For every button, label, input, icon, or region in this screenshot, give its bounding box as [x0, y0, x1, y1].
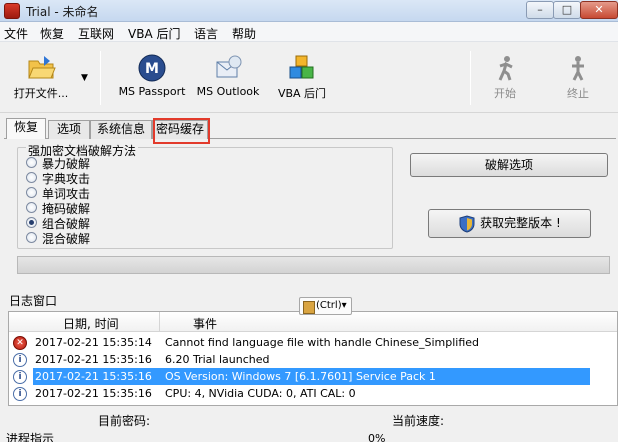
app-icon [4, 3, 20, 19]
window-title: Trial - 未命名 [26, 5, 99, 19]
log-row[interactable]: ✕ 2017-02-21 15:35:14 Cannot find langua… [9, 334, 617, 351]
ms-outlook-label: MS Outlook [196, 85, 260, 98]
radio-button[interactable] [26, 157, 37, 168]
start-label: 开始 [494, 87, 516, 100]
log-event: 6.20 Trial launched [165, 353, 270, 366]
toolbar-separator [470, 51, 471, 105]
get-full-version-label: 获取完整版本 ! [480, 216, 561, 230]
method-label: 混合破解 [42, 232, 91, 246]
log-event: Cannot find language file with handle Ch… [165, 336, 480, 349]
open-dropdown-arrow-icon[interactable]: ▼ [81, 73, 88, 83]
get-full-version-button[interactable]: 获取完整版本 ! [428, 209, 591, 238]
error-icon: ✕ [13, 336, 27, 350]
radio-button[interactable] [26, 172, 37, 183]
tab-highlight-box [153, 118, 210, 144]
menu-language[interactable]: 语言 [194, 25, 218, 42]
log-row[interactable]: i 2017-02-21 15:35:16 6.20 Trial launche… [9, 351, 617, 368]
stop-button[interactable]: 终止 [553, 43, 603, 113]
ms-passport-label: MS Passport [118, 85, 186, 98]
toolbar: 打开文件... ▼ M MS Passport MS Outlook VBA 后… [0, 43, 618, 113]
open-file-button[interactable]: 打开文件... [6, 43, 76, 113]
info-icon: i [13, 370, 27, 384]
close-button[interactable]: ✕ [580, 1, 618, 19]
log-date: 2017-02-21 15:35:16 [35, 370, 152, 383]
tab-system-info[interactable]: 系统信息 [90, 120, 152, 139]
progress-indicator-label: 进程指示 [6, 432, 55, 442]
menu-help[interactable]: 帮助 [232, 25, 256, 42]
runner-icon [498, 56, 513, 81]
menu-vba-backdoor[interactable]: VBA 后门 [128, 25, 180, 42]
menu-file[interactable]: 文件 [4, 25, 28, 42]
maximize-button[interactable]: □ [553, 1, 581, 19]
log-window-title: 日志窗口 [9, 294, 58, 308]
title-bar: Trial - 未命名 – □ ✕ [0, 0, 618, 22]
svg-text:M: M [145, 61, 159, 77]
stop-figure-icon [572, 56, 584, 81]
progress-percent: 0% [368, 432, 386, 442]
tab-strip: 恢复 选项 系统信息 密码缓存 [4, 118, 616, 139]
column-header-event[interactable]: 事件 [193, 315, 217, 332]
ms-passport-button[interactable]: M MS Passport [118, 43, 186, 113]
column-divider[interactable] [159, 312, 160, 332]
radio-button[interactable] [26, 187, 37, 198]
info-icon: i [13, 353, 27, 367]
log-date: 2017-02-21 15:35:16 [35, 353, 152, 366]
log-date: 2017-02-21 15:35:14 [35, 336, 152, 349]
menu-recovery[interactable]: 恢复 [40, 25, 64, 42]
outlook-icon [216, 55, 242, 78]
current-password-label: 目前密码: [98, 414, 151, 428]
radio-button[interactable] [26, 232, 37, 243]
log-row-selected[interactable]: 2017-02-21 15:35:16 OS Version: Windows … [33, 368, 590, 385]
tab-recovery[interactable]: 恢复 [6, 118, 46, 139]
log-row[interactable]: i 2017-02-21 15:35:16 CPU: 4, NVidia CUD… [9, 385, 617, 402]
menu-bar: 文件 恢复 互联网 VBA 后门 语言 帮助 [0, 22, 618, 42]
current-speed-label: 当前速度: [392, 414, 445, 428]
info-icon: i [13, 387, 27, 401]
open-file-label: 打开文件... [13, 87, 69, 100]
folder-open-icon [28, 56, 56, 79]
passport-icon: M [138, 54, 166, 82]
column-header-date[interactable]: 日期, 时间 [63, 315, 119, 332]
vba-backdoor-label: VBA 后门 [277, 87, 327, 100]
cubes-icon [289, 55, 314, 79]
radio-button-selected[interactable] [26, 217, 37, 228]
paste-options-badge[interactable]: (Ctrl)▾ [299, 297, 352, 315]
start-button[interactable]: 开始 [480, 43, 530, 113]
minimize-button[interactable]: – [526, 1, 554, 19]
ms-outlook-button[interactable]: MS Outlook [194, 43, 262, 113]
shield-badge-icon [459, 214, 475, 233]
radio-button[interactable] [26, 202, 37, 213]
log-event: CPU: 4, NVidia CUDA: 0, ATI CAL: 0 [165, 387, 356, 400]
log-date: 2017-02-21 15:35:16 [35, 387, 152, 400]
stop-label: 终止 [567, 87, 589, 100]
tab-options[interactable]: 选项 [48, 120, 90, 139]
log-list[interactable]: 日期, 时间 事件 ✕ 2017-02-21 15:35:14 Cannot f… [8, 311, 618, 406]
menu-internet[interactable]: 互联网 [78, 25, 114, 42]
crack-options-button[interactable]: 破解选项 [410, 153, 608, 177]
vba-backdoor-button[interactable]: VBA 后门 [270, 43, 334, 113]
recovery-progress-bar [17, 256, 610, 274]
log-header: 日期, 时间 事件 [9, 312, 617, 332]
log-event: OS Version: Windows 7 [6.1.7601] Service… [165, 370, 436, 383]
toolbar-separator [100, 51, 101, 105]
